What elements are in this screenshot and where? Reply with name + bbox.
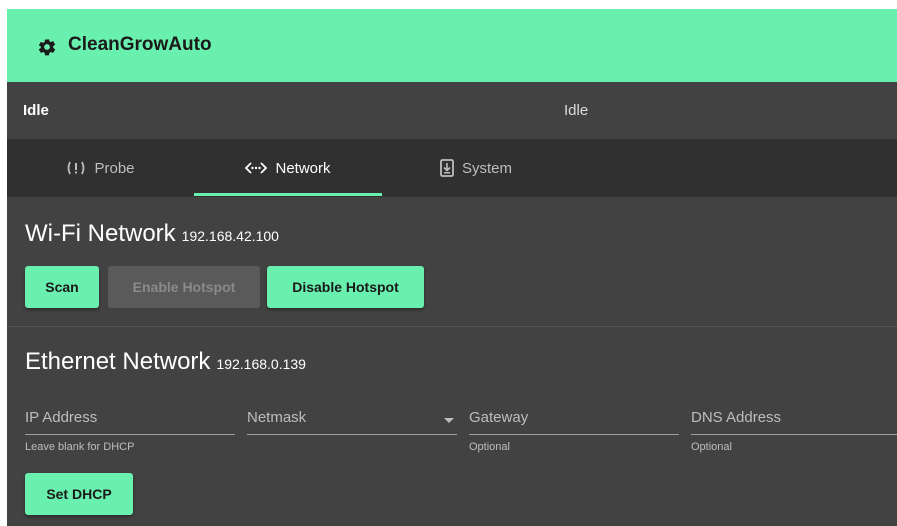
dns-address-field[interactable]: DNS Address (691, 409, 897, 439)
enable-hotspot-button[interactable]: Enable Hotspot (108, 266, 260, 308)
status-bar: Idle Idle (7, 82, 897, 139)
probe-alert-icon (66, 160, 86, 176)
tab-network-label: Network (275, 159, 331, 177)
tab-network[interactable]: Network (194, 139, 382, 197)
wifi-title: Wi-Fi Network (25, 220, 176, 247)
ip-address-hint: Leave blank for DHCP (25, 441, 135, 453)
gateway-field[interactable]: Gateway (469, 409, 679, 439)
netmask-label: Netmask (247, 409, 307, 426)
app-bar: CleanGrowAuto (7, 9, 897, 82)
wifi-section-title: Wi-Fi Network 192.168.42.100 (25, 220, 279, 248)
gateway-underline (469, 434, 679, 435)
ethernet-title: Ethernet Network (25, 348, 211, 375)
tab-system[interactable]: System (382, 139, 570, 197)
set-dhcp-button[interactable]: Set DHCP (25, 473, 133, 515)
wifi-ip: 192.168.42.100 (181, 228, 279, 244)
app-title: CleanGrowAuto (68, 34, 212, 55)
dns-address-underline (691, 434, 897, 435)
gateway-hint: Optional (469, 441, 510, 453)
scan-button[interactable]: Scan (25, 266, 99, 308)
status-center: Idle (564, 102, 589, 119)
tab-probe-label: Probe (94, 159, 135, 177)
tab-system-label: System (461, 159, 512, 177)
status-left: Idle (23, 102, 49, 119)
chevron-down-icon (444, 418, 454, 423)
dns-address-hint: Optional (691, 441, 732, 453)
tab-probe[interactable]: Probe (7, 139, 194, 197)
ethernet-section-title: Ethernet Network 192.168.0.139 (25, 348, 306, 376)
section-divider (7, 326, 897, 327)
dns-address-label: DNS Address (691, 409, 782, 426)
gateway-label: Gateway (469, 409, 529, 426)
ethernet-ip: 192.168.0.139 (216, 356, 306, 372)
app-window: CleanGrowAuto Idle Idle Probe Network Sy… (7, 9, 897, 526)
netmask-select[interactable]: Netmask (247, 409, 457, 439)
active-tab-indicator (194, 193, 382, 196)
tab-bar: Probe Network System (7, 139, 897, 197)
ip-address-underline (25, 434, 235, 435)
system-download-icon (440, 159, 454, 177)
network-arrows-icon (245, 161, 268, 175)
disable-hotspot-button[interactable]: Disable Hotspot (267, 266, 424, 308)
ip-address-field[interactable]: IP Address (25, 409, 235, 439)
netmask-underline (247, 434, 457, 435)
gear-icon (38, 39, 56, 56)
ip-address-label: IP Address (25, 409, 98, 426)
